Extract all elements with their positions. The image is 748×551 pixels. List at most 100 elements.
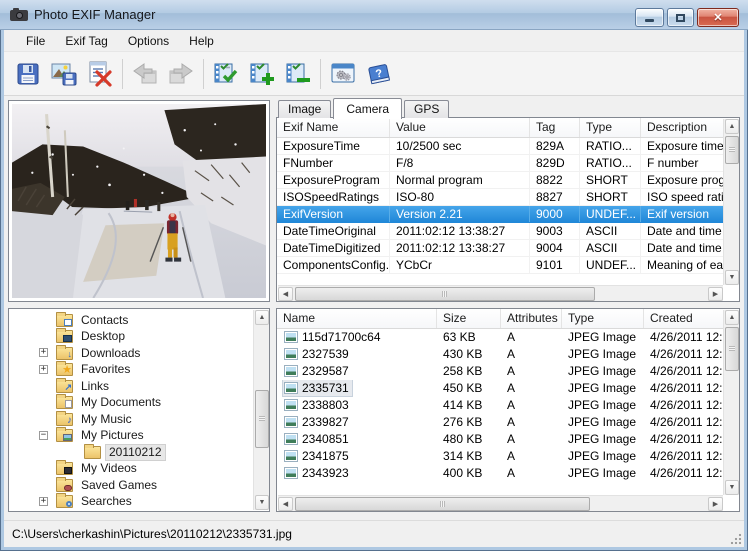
tree-item[interactable]: My Documents	[9, 395, 252, 412]
column-exif-name[interactable]: Exif Name	[277, 118, 390, 137]
remove-tag-button[interactable]	[280, 56, 316, 92]
tree-item[interactable]: Desktop	[9, 329, 252, 346]
minimize-button[interactable]	[635, 8, 664, 27]
exif-row[interactable]: ExifVersion Version 2.21 9000 UNDEF... E…	[277, 206, 723, 223]
column-type[interactable]: Type	[580, 118, 641, 137]
file-attributes-cell: A	[501, 448, 562, 465]
file-row[interactable]: 2341875 314 KB A JPEG Image 4/26/2011 12…	[277, 448, 723, 465]
tree-expander-icon[interactable]: +	[39, 365, 48, 374]
scroll-down-arrow-icon[interactable]: ▼	[255, 495, 269, 510]
tree-expander-icon[interactable]: −	[39, 431, 48, 440]
titlebar[interactable]: Photo EXIF Manager ✕	[0, 0, 748, 30]
previous-image-button[interactable]	[127, 56, 163, 92]
exif-description-cell: Exposure time	[641, 138, 723, 154]
column-attributes[interactable]: Attributes	[501, 309, 562, 328]
scroll-thumb[interactable]	[725, 136, 739, 164]
next-image-button[interactable]	[163, 56, 199, 92]
scroll-thumb[interactable]	[725, 327, 739, 371]
exif-row[interactable]: DateTimeDigitized 2011:02:12 13:38:27 90…	[277, 240, 723, 257]
scroll-up-arrow-icon[interactable]: ▲	[255, 310, 269, 325]
files-vertical-scrollbar[interactable]: ▲ ▼	[723, 310, 739, 495]
menu-help[interactable]: Help	[179, 31, 224, 51]
save-image-button[interactable]	[46, 56, 82, 92]
file-created-cell: 4/26/2011 12:	[644, 380, 723, 397]
menu-options[interactable]: Options	[118, 31, 179, 51]
scroll-left-arrow-icon[interactable]: ◀	[278, 287, 293, 301]
scroll-right-arrow-icon[interactable]: ▶	[708, 287, 723, 301]
exif-row[interactable]: FNumber F/8 829D RATIO... F number	[277, 155, 723, 172]
tree-item[interactable]: + Searches	[9, 494, 252, 510]
tree-item-label: Downloads	[78, 346, 143, 361]
file-attributes-cell: A	[501, 329, 562, 346]
delete-exif-button[interactable]	[82, 56, 118, 92]
exif-row[interactable]: ISOSpeedRatings ISO-80 8827 SHORT ISO sp…	[277, 189, 723, 206]
file-row[interactable]: 2339827 276 KB A JPEG Image 4/26/2011 12…	[277, 414, 723, 431]
column-description[interactable]: Description	[641, 118, 723, 137]
exif-type-cell: ASCII	[580, 223, 641, 239]
scroll-thumb[interactable]	[295, 497, 590, 511]
tree-expander-icon[interactable]: +	[39, 348, 48, 357]
folder-tree: Contacts Desktop + Downloads	[9, 312, 252, 509]
exif-row[interactable]: ExposureTime 10/2500 sec 829A RATIO... E…	[277, 138, 723, 155]
tree-item[interactable]: My Music	[9, 411, 252, 428]
jpeg-thumbnail-icon	[284, 399, 298, 411]
tree-item[interactable]: Links	[9, 378, 252, 395]
file-row[interactable]: 2343923 400 KB A JPEG Image 4/26/2011 12…	[277, 465, 723, 482]
add-tag-button[interactable]	[244, 56, 280, 92]
column-tag[interactable]: Tag	[530, 118, 580, 137]
column-size[interactable]: Size	[437, 309, 501, 328]
tree-item-label: Contacts	[78, 313, 131, 328]
menu-file[interactable]: File	[16, 31, 55, 51]
edit-tag-button[interactable]	[208, 56, 244, 92]
help-button[interactable]: ?	[361, 56, 397, 92]
file-row[interactable]: 2329587 258 KB A JPEG Image 4/26/2011 12…	[277, 363, 723, 380]
tree-item[interactable]: Saved Games	[9, 477, 252, 494]
tree-item[interactable]: My Videos	[9, 461, 252, 478]
options-button[interactable]	[325, 56, 361, 92]
tree-item[interactable]: + Downloads	[9, 345, 252, 362]
file-row[interactable]: 2338803 414 KB A JPEG Image 4/26/2011 12…	[277, 397, 723, 414]
scroll-up-arrow-icon[interactable]: ▲	[725, 310, 739, 325]
tree-item[interactable]: + Favorites	[9, 362, 252, 379]
scroll-left-arrow-icon[interactable]: ◀	[278, 497, 293, 511]
tree-item[interactable]: Contacts	[9, 312, 252, 329]
tab-gps[interactable]: GPS	[404, 100, 449, 118]
exif-name-cell: ExifVersion	[277, 206, 390, 222]
column-value[interactable]: Value	[390, 118, 530, 137]
scroll-thumb[interactable]	[255, 390, 269, 448]
column-type[interactable]: Type	[562, 309, 644, 328]
close-button[interactable]: ✕	[697, 8, 739, 27]
scroll-down-arrow-icon[interactable]: ▼	[725, 270, 739, 285]
tree-item[interactable]: − My Pictures	[9, 428, 252, 445]
maximize-button[interactable]	[667, 8, 694, 27]
file-size-cell: 63 KB	[437, 329, 501, 346]
scroll-up-arrow-icon[interactable]: ▲	[725, 119, 739, 134]
camera-app-icon[interactable]	[10, 8, 28, 22]
scroll-right-arrow-icon[interactable]: ▶	[708, 497, 723, 511]
scroll-thumb[interactable]	[295, 287, 595, 301]
film-plus-icon	[248, 60, 276, 87]
file-row[interactable]: 2327539 430 KB A JPEG Image 4/26/2011 12…	[277, 346, 723, 363]
exif-horizontal-scrollbar[interactable]: ◀ ▶	[278, 285, 723, 301]
column-created[interactable]: Created	[644, 309, 723, 328]
resize-grip[interactable]	[730, 533, 742, 545]
tree-vertical-scrollbar[interactable]: ▲ ▼	[253, 310, 269, 510]
tree-item[interactable]: 20110212	[9, 444, 252, 461]
save-button[interactable]	[10, 56, 46, 92]
scroll-down-arrow-icon[interactable]: ▼	[725, 480, 739, 495]
exif-vertical-scrollbar[interactable]: ▲ ▼	[723, 119, 739, 285]
file-row[interactable]: 2335731 450 KB A JPEG Image 4/26/2011 12…	[277, 380, 723, 397]
exif-row[interactable]: DateTimeOriginal 2011:02:12 13:38:27 900…	[277, 223, 723, 240]
tree-expander-icon[interactable]: +	[39, 497, 48, 506]
tab-camera[interactable]: Camera	[333, 98, 402, 119]
exif-row[interactable]: ComponentsConfig... YCbCr 9101 UNDEF... …	[277, 257, 723, 274]
exif-row[interactable]: ExposureProgram Normal program 8822 SHOR…	[277, 172, 723, 189]
file-row[interactable]: 2340851 480 KB A JPEG Image 4/26/2011 12…	[277, 431, 723, 448]
menu-exif-tag[interactable]: Exif Tag	[55, 31, 117, 51]
photo-preview-panel	[8, 100, 270, 302]
files-horizontal-scrollbar[interactable]: ◀ ▶	[278, 495, 723, 511]
tree-item-label: My Pictures	[78, 428, 147, 443]
column-name[interactable]: Name	[277, 309, 437, 328]
file-row[interactable]: 115d71700c64 63 KB A JPEG Image 4/26/201…	[277, 329, 723, 346]
tab-image[interactable]: Image	[278, 100, 331, 118]
